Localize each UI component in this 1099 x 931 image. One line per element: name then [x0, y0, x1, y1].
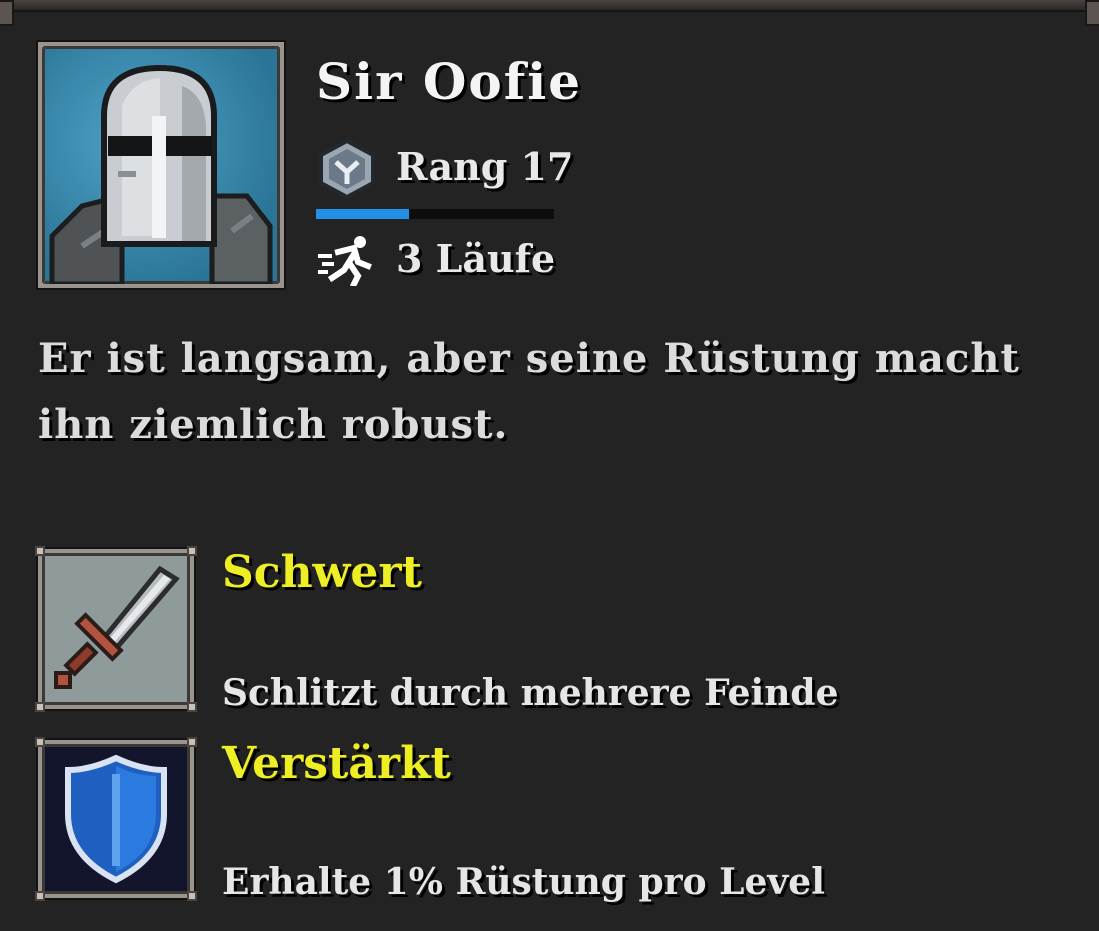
ability-description: Schlitzt durch mehrere Feinde: [222, 672, 839, 714]
rank-progress-bar: [316, 209, 554, 219]
ability-icon-frame: [35, 546, 197, 712]
ability-name: Verstärkt: [222, 738, 451, 789]
panel-corner-right: [1085, 0, 1099, 26]
character-description: Er ist langsam, aber seine Rüstung macht…: [38, 335, 1020, 448]
runs-label: 3 Läufe: [396, 236, 556, 281]
panel-top-border: [0, 0, 1099, 12]
panel-corner-left: [0, 0, 14, 26]
rank-label: Rang 17: [396, 144, 574, 189]
character-name: Sir Oofie: [316, 52, 583, 111]
shield-icon: [65, 754, 167, 884]
ability-description: Erhalte 1% Rüstung pro Level: [222, 861, 825, 903]
knight-helmet-icon: [49, 64, 273, 284]
ability-name: Schwert: [222, 547, 422, 598]
character-portrait: [38, 42, 284, 288]
sword-icon: [54, 565, 180, 689]
running-icon: [318, 236, 372, 286]
rank-badge-icon: [319, 138, 375, 200]
rank-progress-fill: [316, 209, 409, 219]
ability-icon-frame: [35, 737, 197, 901]
